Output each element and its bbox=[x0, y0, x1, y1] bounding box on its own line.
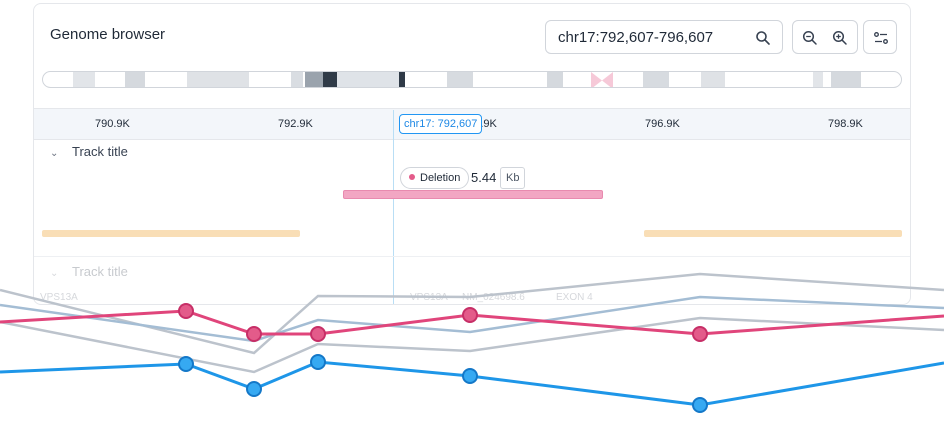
pink-line-point[interactable] bbox=[462, 307, 478, 323]
blue-line-point[interactable] bbox=[462, 368, 478, 384]
blue-line-point[interactable] bbox=[246, 381, 262, 397]
pink-line-point[interactable] bbox=[246, 326, 262, 342]
blue-line-point[interactable] bbox=[692, 397, 708, 413]
line-overlay bbox=[0, 272, 944, 413]
blue-line-point[interactable] bbox=[310, 354, 326, 370]
blue-line-point[interactable] bbox=[178, 356, 194, 372]
pink-line-point[interactable] bbox=[310, 326, 326, 342]
pink-line-point[interactable] bbox=[692, 326, 708, 342]
pink-line-point[interactable] bbox=[178, 303, 194, 319]
